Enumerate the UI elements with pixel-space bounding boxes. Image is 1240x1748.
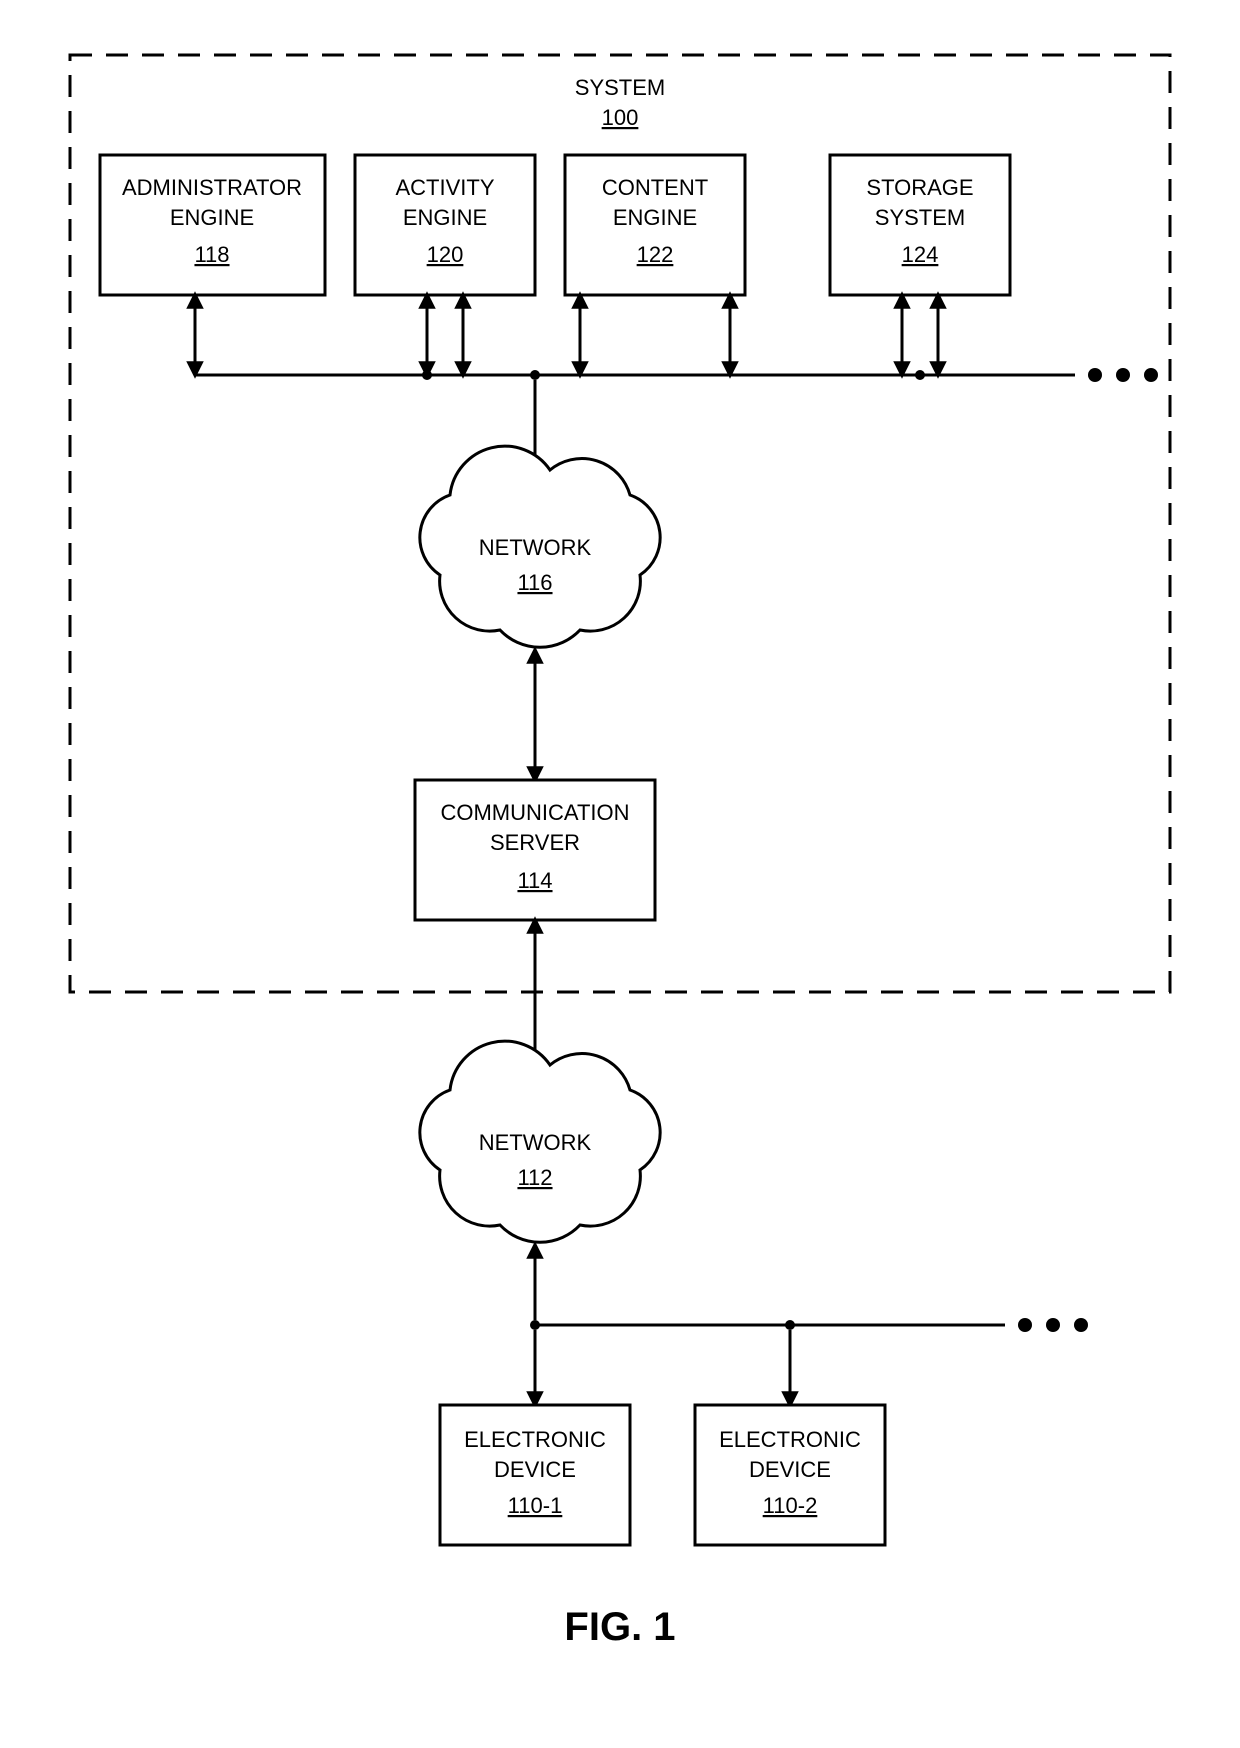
bus-node-1 [422,370,432,380]
device1-label-1: ELECTRONIC [464,1427,606,1452]
device2-label-1: ELECTRONIC [719,1427,861,1452]
network-top-label: NETWORK [479,535,592,560]
device1-ref: 110-1 [508,1493,563,1518]
bus-node-3 [915,370,925,380]
bus-node-2 [530,370,540,380]
bottom-ellipsis-icon [1018,1318,1088,1332]
activity-ref: 120 [427,242,464,267]
device-1-block: ELECTRONIC DEVICE 110-1 [440,1405,630,1545]
network-bottom-label: NETWORK [479,1130,592,1155]
activity-label-1: ACTIVITY [395,175,494,200]
content-label-1: CONTENT [602,175,708,200]
system-label: SYSTEM [575,75,665,100]
bottom-bus-node-2 [785,1320,795,1330]
admin-ref: 118 [194,242,229,267]
device-2-block: ELECTRONIC DEVICE 110-2 [695,1405,885,1545]
content-label-2: ENGINE [613,205,697,230]
storage-system-block: STORAGE SYSTEM 124 [830,155,1010,295]
top-ellipsis-icon [1088,368,1158,382]
device2-label-2: DEVICE [749,1457,831,1482]
comm-server-label-2: SERVER [490,830,580,855]
network-top-cloud: NETWORK 116 [420,446,660,647]
admin-label-1: ADMINISTRATOR [122,175,302,200]
network-top-ref: 116 [517,570,552,595]
system-ref: 100 [602,105,639,130]
admin-engine-block: ADMINISTRATOR ENGINE 118 [100,155,325,295]
figure-title: FIG. 1 [564,1605,675,1649]
comm-server-block: COMMUNICATION SERVER 114 [415,780,655,920]
device1-label-2: DEVICE [494,1457,576,1482]
storage-label-1: STORAGE [866,175,973,200]
activity-engine-block: ACTIVITY ENGINE 120 [355,155,535,295]
storage-label-2: SYSTEM [875,205,965,230]
comm-server-ref: 114 [517,868,552,893]
diagram-canvas: SYSTEM 100 ADMINISTRATOR ENGINE 118 ACTI… [0,0,1240,1748]
content-ref: 122 [637,242,674,267]
network-bottom-cloud: NETWORK 112 [420,1041,660,1242]
content-engine-block: CONTENT ENGINE 122 [565,155,745,295]
bottom-bus-node-1 [530,1320,540,1330]
network-bottom-ref: 112 [517,1165,552,1190]
activity-label-2: ENGINE [403,205,487,230]
comm-server-label-1: COMMUNICATION [440,800,629,825]
storage-ref: 124 [902,242,939,267]
device2-ref: 110-2 [763,1493,818,1518]
admin-label-2: ENGINE [170,205,254,230]
